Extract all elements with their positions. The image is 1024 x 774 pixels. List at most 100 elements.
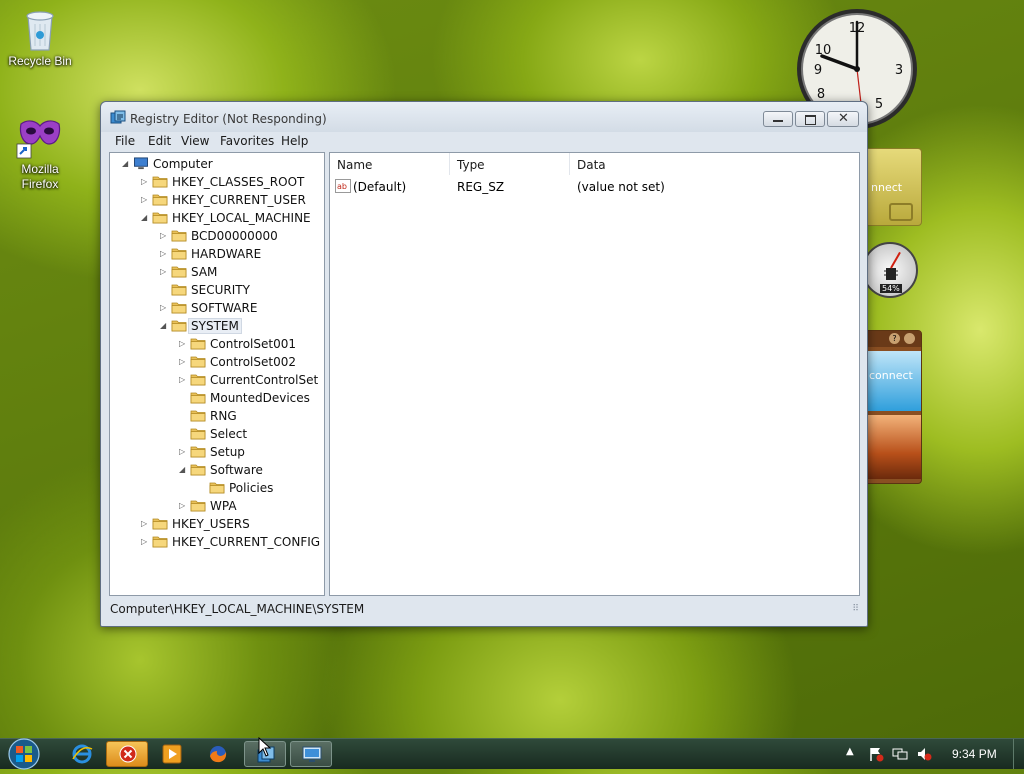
tree-node-label: SAM bbox=[191, 265, 218, 279]
column-header-name[interactable]: Name bbox=[330, 153, 450, 175]
expand-arrow-icon[interactable]: ▷ bbox=[160, 267, 168, 277]
resize-grip-icon[interactable]: ⠿ bbox=[852, 604, 859, 614]
taskbar-clock[interactable]: 9:34 PM bbox=[952, 747, 997, 761]
taskbar-alert-app[interactable] bbox=[106, 741, 148, 767]
folder-icon bbox=[171, 284, 187, 296]
tree-node-label: BCD00000000 bbox=[191, 229, 278, 243]
tree-node[interactable]: ▷ ControlSet001 bbox=[110, 335, 324, 353]
folder-icon bbox=[190, 410, 206, 422]
firefox-label: Mozilla Firefox bbox=[21, 162, 59, 191]
tree-node[interactable]: ▷ HKEY_USERS bbox=[110, 515, 324, 533]
media-player-icon bbox=[162, 744, 182, 764]
expand-arrow-icon[interactable]: ▷ bbox=[141, 177, 149, 187]
value-row[interactable]: ab (Default) REG_SZ (value not set) bbox=[330, 177, 859, 195]
column-header-data[interactable]: Data bbox=[570, 153, 710, 175]
expand-arrow-icon[interactable]: ▷ bbox=[179, 357, 187, 367]
svg-text:8: 8 bbox=[817, 87, 825, 102]
menu-edit[interactable]: Edit bbox=[148, 134, 171, 148]
registry-editor-icon bbox=[110, 110, 126, 124]
firefox-mask-icon bbox=[16, 120, 61, 159]
restore-button[interactable] bbox=[795, 111, 825, 127]
tree-node-label: MountedDevices bbox=[210, 391, 310, 405]
slideshow-info-panel: connect bbox=[861, 351, 921, 411]
tree-node[interactable]: RNG bbox=[110, 407, 324, 425]
expand-arrow-icon[interactable]: ▷ bbox=[141, 519, 149, 529]
show-desktop-button[interactable] bbox=[1013, 739, 1024, 769]
folder-icon bbox=[190, 464, 206, 476]
show-hidden-icons-icon[interactable]: ▲ bbox=[846, 746, 854, 757]
restore-icon bbox=[805, 115, 816, 125]
news-gadget[interactable]: nnect bbox=[860, 148, 922, 226]
folder-icon bbox=[171, 266, 187, 278]
help-icon[interactable]: ? bbox=[889, 333, 900, 344]
tree-node[interactable]: MountedDevices bbox=[110, 389, 324, 407]
registry-tree[interactable]: ◢ Computer ▷ HKEY_CLASSES_ROOT ▷ HKEY_CURRENT… bbox=[109, 152, 325, 596]
taskbar-media-player[interactable] bbox=[154, 741, 190, 767]
error-icon bbox=[119, 745, 137, 763]
expand-arrow-icon[interactable]: ▷ bbox=[160, 231, 168, 241]
tree-node[interactable]: ◢ HKEY_LOCAL_MACHINE bbox=[110, 209, 324, 227]
expand-arrow-icon[interactable]: ▷ bbox=[179, 501, 187, 511]
collapse-arrow-icon[interactable]: ◢ bbox=[179, 465, 187, 475]
title-bar[interactable]: Registry Editor (Not Responding) ✕ bbox=[101, 102, 867, 132]
taskbar-remote-desktop[interactable] bbox=[290, 741, 332, 767]
tree-node[interactable]: ▷ ControlSet002 bbox=[110, 353, 324, 371]
tree-node[interactable]: ▷ SAM bbox=[110, 263, 324, 281]
tree-node[interactable]: SECURITY bbox=[110, 281, 324, 299]
taskbar-ie[interactable] bbox=[64, 741, 100, 767]
tree-node[interactable]: ▷ HKEY_CURRENT_USER bbox=[110, 191, 324, 209]
menu-file[interactable]: File bbox=[115, 134, 135, 148]
tree-node[interactable]: ◢ SYSTEM bbox=[110, 317, 324, 335]
close-button[interactable]: ✕ bbox=[827, 111, 859, 127]
tree-node[interactable]: ▷ SOFTWARE bbox=[110, 299, 324, 317]
value-type: REG_SZ bbox=[457, 180, 505, 194]
network-icon[interactable] bbox=[892, 746, 908, 762]
expand-arrow-icon[interactable]: ▷ bbox=[160, 303, 168, 313]
expand-arrow-icon[interactable]: ▷ bbox=[179, 375, 187, 385]
tree-node[interactable]: ◢ Software bbox=[110, 461, 324, 479]
tree-node[interactable]: ◢ Computer bbox=[110, 155, 324, 173]
slideshow-text: connect bbox=[869, 369, 913, 382]
volume-muted-icon[interactable] bbox=[916, 746, 932, 762]
menu-help[interactable]: Help bbox=[281, 134, 308, 148]
menu-favorites[interactable]: Favorites bbox=[220, 134, 274, 148]
recycle-bin-desktop-icon[interactable]: Recycle Bin bbox=[0, 8, 80, 69]
svg-text:5: 5 bbox=[875, 97, 883, 112]
expand-arrow-icon[interactable]: ▷ bbox=[179, 339, 187, 349]
tree-node[interactable]: ▷ HKEY_CLASSES_ROOT bbox=[110, 173, 324, 191]
menu-view[interactable]: View bbox=[181, 134, 209, 148]
tree-node[interactable]: ▷ HKEY_CURRENT_CONFIG bbox=[110, 533, 324, 551]
tree-node-label: SYSTEM bbox=[188, 318, 242, 334]
collapse-arrow-icon[interactable]: ◢ bbox=[141, 213, 149, 223]
tree-node[interactable]: ▷ WPA bbox=[110, 497, 324, 515]
tree-node[interactable]: ▷ CurrentControlSet bbox=[110, 371, 324, 389]
tree-node-label: HARDWARE bbox=[191, 247, 262, 261]
svg-text:3: 3 bbox=[895, 63, 903, 78]
cpu-percent: 54% bbox=[880, 284, 902, 293]
cpu-meter-gadget[interactable]: 54% bbox=[862, 242, 918, 298]
action-center-flag-icon[interactable] bbox=[868, 746, 884, 762]
tree-node[interactable]: ▷ Setup bbox=[110, 443, 324, 461]
minimize-button[interactable] bbox=[763, 111, 793, 127]
tree-node[interactable]: Select bbox=[110, 425, 324, 443]
svg-text:ab: ab bbox=[337, 182, 347, 191]
values-list[interactable]: Name Type Data ab (Default) REG_SZ (valu… bbox=[329, 152, 860, 596]
expand-arrow-icon[interactable]: ▷ bbox=[179, 447, 187, 457]
settings-icon[interactable] bbox=[904, 333, 915, 344]
firefox-desktop-icon[interactable]: Mozilla Firefox bbox=[0, 114, 80, 192]
tree-node[interactable]: ▷ HARDWARE bbox=[110, 245, 324, 263]
expand-arrow-icon[interactable]: ▷ bbox=[160, 249, 168, 259]
start-button[interactable] bbox=[4, 737, 44, 771]
tree-node[interactable]: ▷ BCD00000000 bbox=[110, 227, 324, 245]
tree-node[interactable]: Policies bbox=[110, 479, 324, 497]
collapse-arrow-icon[interactable]: ◢ bbox=[122, 159, 130, 169]
expand-arrow-icon[interactable]: ▷ bbox=[141, 195, 149, 205]
column-header-type[interactable]: Type bbox=[450, 153, 570, 175]
recycle-bin-label: Recycle Bin bbox=[8, 54, 72, 68]
expand-arrow-icon[interactable]: ▷ bbox=[141, 537, 149, 547]
taskbar-firefox[interactable] bbox=[200, 741, 236, 767]
slideshow-gadget[interactable]: ? connect bbox=[860, 330, 922, 484]
collapse-arrow-icon[interactable]: ◢ bbox=[160, 321, 168, 331]
folder-icon bbox=[209, 482, 225, 494]
news-gadget-text: nnect bbox=[871, 181, 903, 194]
